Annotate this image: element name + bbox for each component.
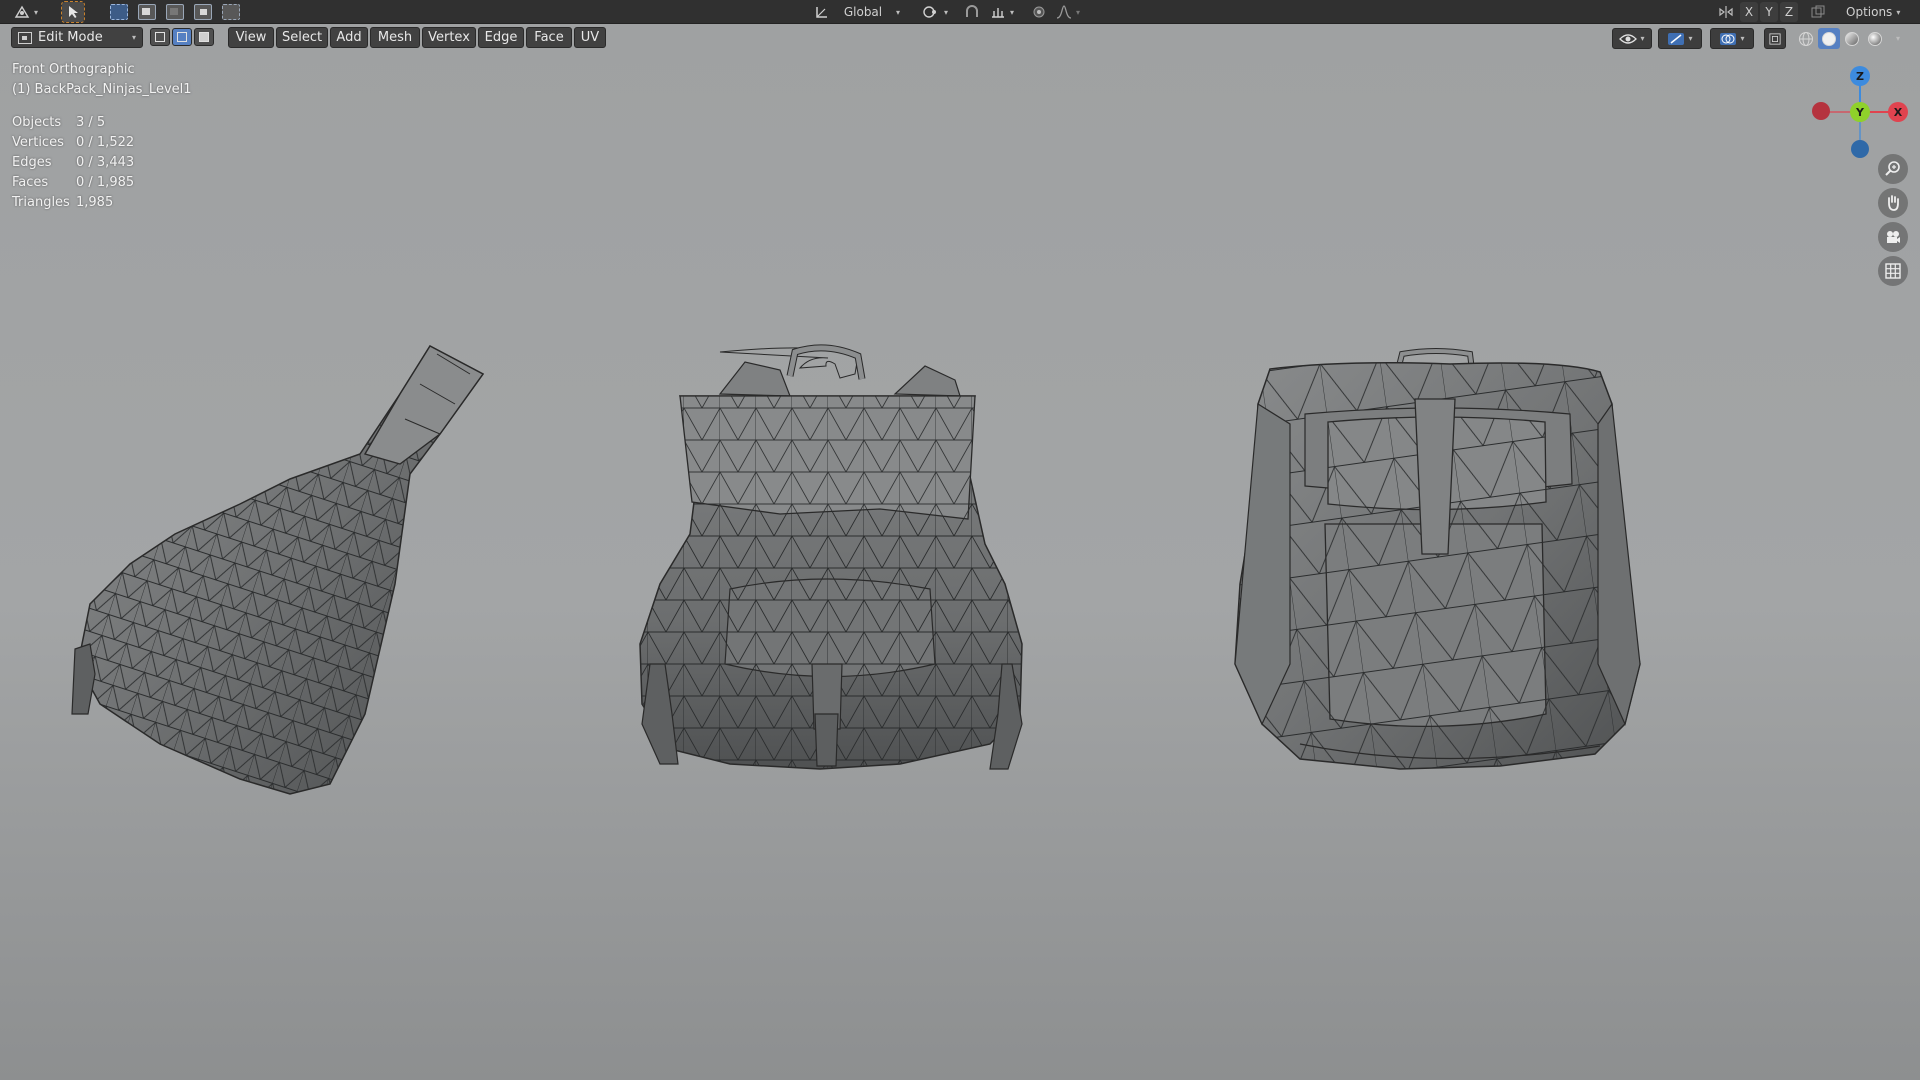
auto-merge-icon bbox=[1811, 5, 1825, 18]
cursor-tool-button[interactable] bbox=[61, 1, 86, 23]
snap-toggle[interactable] bbox=[960, 2, 984, 22]
options-label: Options bbox=[1846, 5, 1893, 19]
select-subtract-icon bbox=[166, 4, 185, 20]
auto-merge-toggle[interactable] bbox=[1806, 2, 1830, 22]
select-mode-subtract[interactable] bbox=[162, 2, 188, 22]
top-header-bar: ▾ Global ▾ ▾ ▾ ▾ X Y Z Options ▾ bbox=[0, 0, 1920, 24]
3d-viewport[interactable]: Edit Mode ▾ View Select Add Mesh Vertex … bbox=[0, 24, 1920, 1080]
editor-type-icon bbox=[14, 5, 30, 18]
backpack-front-mesh[interactable] bbox=[1234, 348, 1641, 770]
pivot-point-dropdown[interactable]: ▾ bbox=[918, 2, 952, 22]
proportional-falloff-dropdown[interactable]: ▾ bbox=[1052, 2, 1084, 22]
snap-target-dropdown[interactable]: ▾ bbox=[986, 2, 1018, 22]
options-dropdown[interactable]: Options ▾ bbox=[1842, 2, 1904, 22]
select-mode-extend[interactable] bbox=[134, 2, 160, 22]
snap-target-icon bbox=[992, 8, 1005, 18]
snap-icon bbox=[966, 5, 979, 17]
mirror-z-toggle[interactable]: Z bbox=[1780, 2, 1798, 22]
backpack-back-mesh[interactable] bbox=[639, 344, 1023, 770]
select-extend-icon bbox=[138, 4, 157, 20]
mesh-objects bbox=[71, 344, 1641, 795]
falloff-curve-icon bbox=[1056, 5, 1072, 19]
select-mode-new[interactable] bbox=[106, 2, 132, 22]
select-invert-icon bbox=[194, 4, 213, 20]
select-mode-invert[interactable] bbox=[190, 2, 216, 22]
mirror-x-toggle[interactable]: X bbox=[1740, 2, 1758, 22]
select-mode-intersect[interactable] bbox=[218, 2, 244, 22]
backpack-side-mesh[interactable] bbox=[71, 345, 485, 795]
mirror-icon bbox=[1719, 6, 1733, 18]
mirror-y-toggle[interactable]: Y bbox=[1760, 2, 1778, 22]
cursor-tool-icon bbox=[69, 6, 79, 18]
transform-orientation-dropdown[interactable]: Global ▾ bbox=[810, 2, 904, 22]
transform-orientation-label: Global bbox=[843, 5, 883, 19]
proportional-edit-toggle[interactable] bbox=[1028, 2, 1050, 22]
pivot-icon bbox=[923, 6, 936, 18]
editor-type-button[interactable]: ▾ bbox=[10, 2, 42, 22]
mirror-toggle[interactable] bbox=[1714, 2, 1738, 22]
select-intersect-icon bbox=[222, 4, 241, 20]
proportional-edit-icon bbox=[1033, 6, 1045, 18]
select-box-icon bbox=[110, 4, 129, 20]
transform-orientation-icon bbox=[816, 7, 827, 18]
